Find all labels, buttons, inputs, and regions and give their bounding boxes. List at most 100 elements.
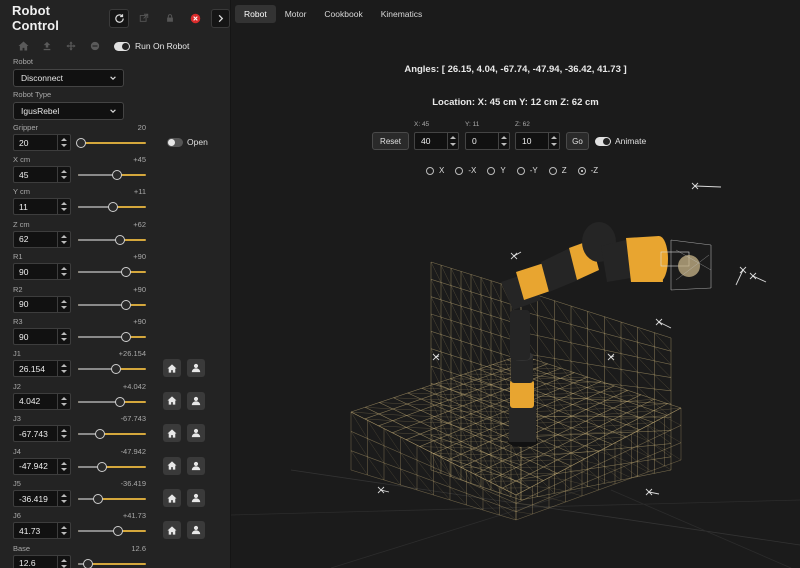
j5-slider[interactable] [78,494,146,504]
slider-thumb[interactable] [93,494,104,504]
r1-label: R1 [13,252,23,262]
tab-motor[interactable]: Motor [276,5,316,23]
j2-stepper[interactable] [57,393,70,409]
j3-user-button[interactable] [187,424,205,443]
reset-button[interactable]: Reset [372,132,409,150]
j5-user-button[interactable] [187,489,205,507]
home-icon [167,396,177,405]
minus-tool-button[interactable] [88,40,102,52]
base-slider[interactable] [78,558,146,568]
slider-thumb[interactable] [115,234,126,245]
j4-user-button[interactable] [187,456,205,475]
j2-user-button[interactable] [187,391,205,410]
j6-slider[interactable] [78,526,146,537]
slider-fill [78,303,126,306]
chevron-down-icon [110,76,116,80]
move-x-stepper[interactable] [447,133,458,149]
j4-home-button[interactable] [163,456,181,475]
axis-radio-neg-z[interactable]: -Z [577,166,598,175]
external-link-button[interactable] [135,9,154,28]
run-on-robot-toggle[interactable] [114,41,130,51]
x-row: X cm +45 45 [0,155,230,185]
move-y-stepper[interactable] [498,133,509,149]
y-slider[interactable] [78,202,146,213]
slider-thumb[interactable] [107,202,118,213]
y-stepper[interactable] [57,199,70,215]
j1-slider[interactable] [78,364,146,375]
axis-radio-label: Y [500,166,506,175]
move-z-stepper[interactable] [548,133,559,149]
slider-thumb[interactable] [111,364,122,375]
j2-home-button[interactable] [163,391,181,410]
slider-thumb[interactable] [94,429,105,440]
r2-stepper[interactable] [57,296,70,312]
r3-slider[interactable] [78,332,146,342]
slider-thumb[interactable] [120,299,131,310]
z-slider[interactable] [78,234,146,245]
r2-slider[interactable] [78,299,146,310]
x-slider[interactable] [78,170,146,180]
expand-button[interactable] [210,8,230,28]
base-stepper[interactable] [57,555,70,568]
slider-thumb[interactable] [111,170,122,180]
j3-stepper[interactable] [57,426,70,442]
home-tool-button[interactable] [16,40,30,52]
robot-link2 [510,310,530,360]
j3-slider[interactable] [78,429,146,440]
axis-radio-x[interactable]: X [426,166,444,175]
robot-type-select[interactable]: IgusRebel [13,102,124,120]
z-stepper[interactable] [57,231,70,247]
x-stepper[interactable] [57,167,70,182]
r1-slider[interactable] [78,267,146,278]
slider-thumb[interactable] [76,138,87,148]
robot-select[interactable]: Disconnect [13,69,124,87]
j4-slider[interactable] [78,461,146,472]
step-down-icon [61,370,67,374]
lock-button[interactable] [160,9,179,28]
step-down-icon [551,143,557,146]
gripper-slider[interactable] [76,138,146,148]
step-up-icon [501,136,507,139]
j6-stepper[interactable] [57,523,70,539]
move-tool-button[interactable] [64,40,78,52]
j4-stepper[interactable] [57,458,70,474]
home-icon [18,41,28,51]
r1-stepper[interactable] [57,264,70,280]
emergency-stop-button[interactable] [185,9,204,28]
upload-tool-button[interactable] [40,40,54,52]
r3-stepper[interactable] [57,329,70,344]
go-button[interactable]: Go [566,132,589,150]
tab-kinematics[interactable]: Kinematics [372,5,432,23]
j1-stepper[interactable] [57,361,70,377]
j5-stepper[interactable] [57,491,70,506]
animate-toggle[interactable] [595,137,611,146]
robot-joint1 [510,380,534,408]
j1-home-button[interactable] [163,359,181,378]
gripper-open-toggle[interactable] [167,138,183,147]
slider-thumb[interactable] [97,461,108,472]
robot-3d-viewport[interactable] [231,0,800,568]
refresh-button[interactable] [109,8,129,28]
toggle-knob [122,42,129,50]
j2-slider[interactable] [78,396,146,407]
gripper-stepper[interactable] [57,135,70,150]
step-down-icon [450,143,456,146]
axis-radio-neg-y[interactable]: -Y [516,166,538,175]
j3-home-button[interactable] [163,424,181,443]
tab-robot[interactable]: Robot [235,5,276,23]
base-label: Base [13,543,31,553]
axis-radio-neg-x[interactable]: -X [455,166,476,175]
axis-radio-y[interactable]: Y [487,166,506,175]
slider-thumb[interactable] [120,267,131,278]
user-icon [191,396,201,405]
slider-thumb[interactable] [115,396,126,407]
slider-thumb[interactable] [83,558,94,568]
j6-home-button[interactable] [163,521,181,540]
slider-thumb[interactable] [113,526,124,537]
j5-home-button[interactable] [163,489,181,507]
tab-cookbook[interactable]: Cookbook [315,5,371,23]
slider-thumb[interactable] [120,332,131,342]
j1-user-button[interactable] [187,359,205,378]
axis-radio-z[interactable]: Z [548,166,567,175]
j6-user-button[interactable] [187,521,205,540]
